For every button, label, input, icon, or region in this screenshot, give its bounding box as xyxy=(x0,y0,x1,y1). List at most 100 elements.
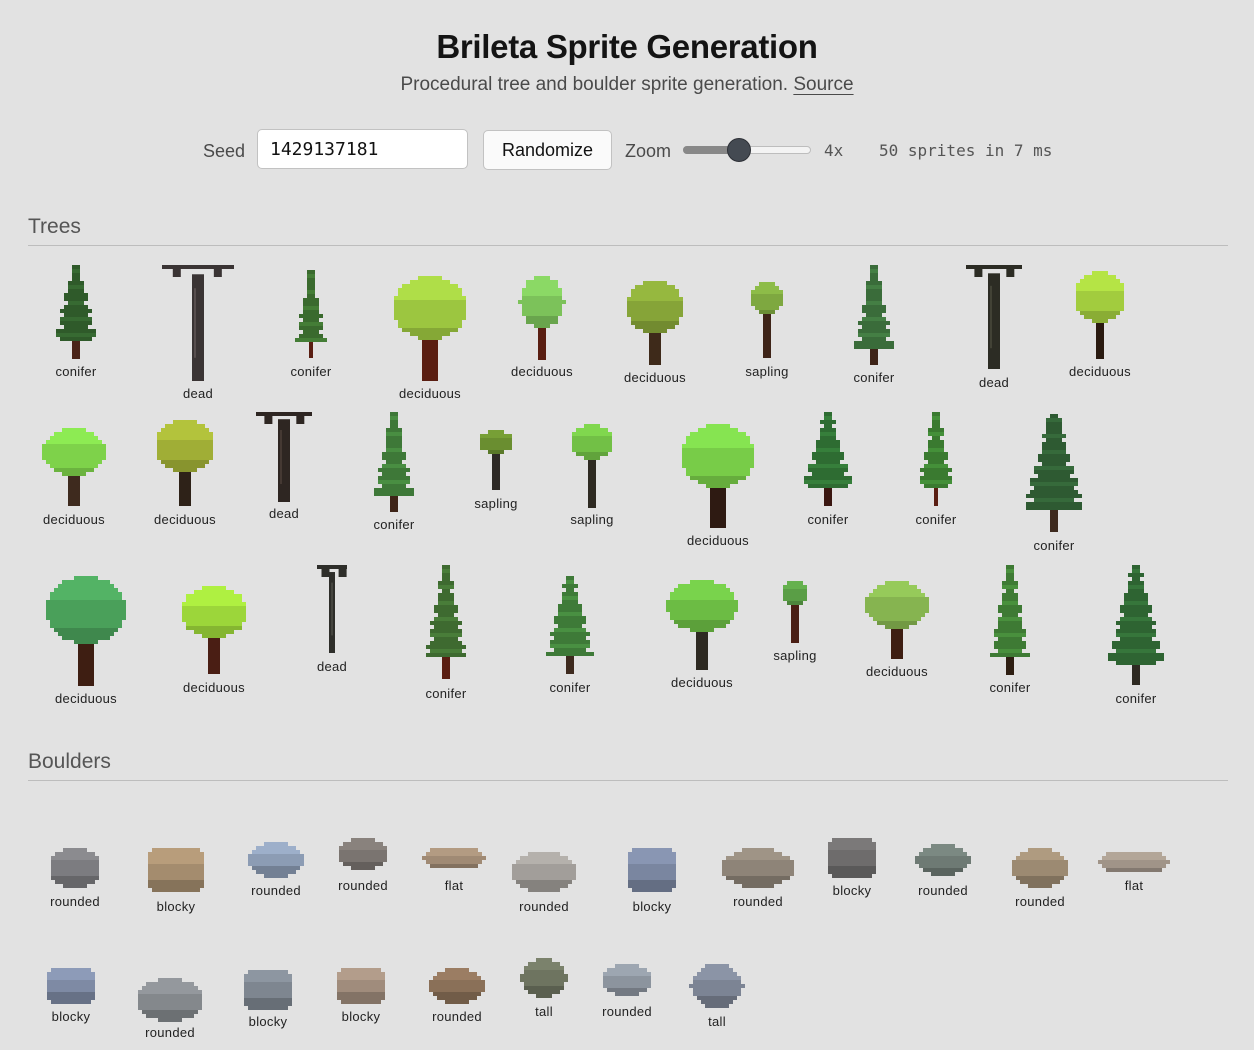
foliage-pixel-row xyxy=(686,468,750,472)
foliage-pixel-row xyxy=(666,608,738,612)
boulder-rounded-image xyxy=(51,848,99,888)
boulder-pixel-row xyxy=(628,868,676,872)
foliage-pixel-row xyxy=(678,624,726,628)
foliage-pixel-row xyxy=(576,428,608,432)
foliage-pixel-row xyxy=(62,428,86,432)
foliage-pixel-row xyxy=(1034,498,1074,502)
foliage-pixel-row xyxy=(1132,577,1140,581)
boulder-pixel-row xyxy=(51,968,91,972)
tree-dead-image xyxy=(256,412,312,502)
dead-trunk xyxy=(192,274,204,381)
foliage-pixel-row xyxy=(307,278,315,282)
boulder-flat-image xyxy=(422,848,486,868)
foliage-pixel-row xyxy=(873,589,921,593)
foliage-pixel-row xyxy=(572,432,612,436)
foliage-pixel-row xyxy=(1038,474,1070,478)
foliage-pixel-row xyxy=(1112,641,1160,645)
seed-input[interactable] xyxy=(257,129,468,169)
foliage-pixel-row xyxy=(60,309,92,313)
boulder-label: rounded xyxy=(1015,894,1065,909)
foliage-pixel-row xyxy=(787,581,803,585)
foliage-pixel-row xyxy=(390,412,398,416)
foliage-pixel-row xyxy=(820,436,836,440)
boulder-label: rounded xyxy=(251,883,301,898)
boulder-pixel-row xyxy=(55,852,95,856)
foliage-pixel-row xyxy=(666,604,738,608)
boulder-pixel-row xyxy=(256,846,296,850)
foliage-pixel-row xyxy=(522,296,562,300)
foliage-pixel-row xyxy=(303,302,319,306)
foliage-pixel-row xyxy=(50,624,122,628)
foliage-pixel-row xyxy=(526,320,558,324)
boulder-pixel-row xyxy=(1020,852,1060,856)
foliage-pixel-row xyxy=(398,288,462,292)
foliage-pixel-row xyxy=(755,306,779,310)
boulder-label: tall xyxy=(708,1014,726,1029)
foliage-pixel-row xyxy=(161,460,209,464)
tree-conifer-image xyxy=(854,265,894,365)
foliage-pixel-row xyxy=(430,621,462,625)
boulder-pixel-row xyxy=(828,846,876,850)
foliage-pixel-row xyxy=(157,432,213,436)
foliage-pixel-row xyxy=(54,432,94,436)
boulder-pixel-row xyxy=(51,856,99,860)
foliage-pixel-row xyxy=(480,446,512,450)
boulder-pixel-row xyxy=(47,972,95,976)
zoom-slider[interactable] xyxy=(683,138,811,162)
foliage-pixel-row xyxy=(1076,307,1124,311)
boulder-pixel-row xyxy=(915,856,971,860)
zoom-slider-thumb[interactable] xyxy=(727,138,752,162)
foliage-pixel-row xyxy=(783,597,807,601)
foliage-pixel-row xyxy=(386,460,402,464)
foliage-pixel-row xyxy=(46,600,126,604)
tree-label: conifer xyxy=(1033,538,1075,553)
boulder-pixel-row xyxy=(528,852,560,856)
boulder-pixel-row xyxy=(705,964,729,968)
foliage-pixel-row xyxy=(998,605,1022,609)
foliage-pixel-row xyxy=(820,432,836,436)
foliage-pixel-row xyxy=(862,325,886,329)
foliage-pixel-row xyxy=(627,301,683,305)
randomize-button[interactable]: Randomize xyxy=(483,130,612,170)
tree-dead-image xyxy=(966,265,1022,369)
foliage-pixel-row xyxy=(854,341,894,345)
foliage-pixel-row xyxy=(382,472,406,476)
foliage-pixel-row xyxy=(430,641,462,645)
foliage-pixel-row xyxy=(1046,426,1062,430)
boulder-pixel-row xyxy=(1016,876,1064,880)
boulder-blocky-image xyxy=(337,968,385,1004)
tree-conifer-image xyxy=(990,565,1030,675)
foliage-pixel-row xyxy=(1002,585,1018,589)
source-link[interactable]: Source xyxy=(793,74,853,95)
dead-trunk xyxy=(278,419,290,502)
foliage-pixel-row xyxy=(566,576,574,580)
foliage-pixel-row xyxy=(1006,589,1014,593)
dead-branch xyxy=(162,265,198,269)
boulder-pixel-row xyxy=(931,872,955,876)
foliage-pixel-row xyxy=(46,616,126,620)
foliage-pixel-row xyxy=(72,277,80,281)
foliage-pixel-row xyxy=(202,586,226,590)
boulder-pixel-row xyxy=(919,864,967,868)
foliage-pixel-row xyxy=(54,468,94,472)
foliage-pixel-row xyxy=(865,597,929,601)
boulder-label: rounded xyxy=(519,899,569,914)
boulder-pixel-row xyxy=(248,970,288,974)
foliage-pixel-row xyxy=(58,632,114,636)
foliage-pixel-row xyxy=(866,297,882,301)
trunk-highlight xyxy=(194,288,196,358)
boulder-pixel-row xyxy=(828,854,876,858)
foliage-pixel-row xyxy=(50,620,122,624)
foliage-pixel-row xyxy=(438,613,454,617)
foliage-pixel-row xyxy=(751,302,783,306)
foliage-pixel-row xyxy=(418,276,442,280)
foliage-pixel-row xyxy=(394,308,466,312)
generation-stats: 50 sprites in 7 ms xyxy=(879,141,1053,160)
boulder-pixel-row xyxy=(152,888,200,892)
boulder-pixel-row xyxy=(337,980,385,984)
tree-label: conifer xyxy=(915,512,957,527)
foliage-pixel-row xyxy=(670,596,734,600)
foliage-pixel-row xyxy=(1076,287,1124,291)
foliage-pixel-row xyxy=(928,428,944,432)
foliage-pixel-row xyxy=(816,440,840,444)
